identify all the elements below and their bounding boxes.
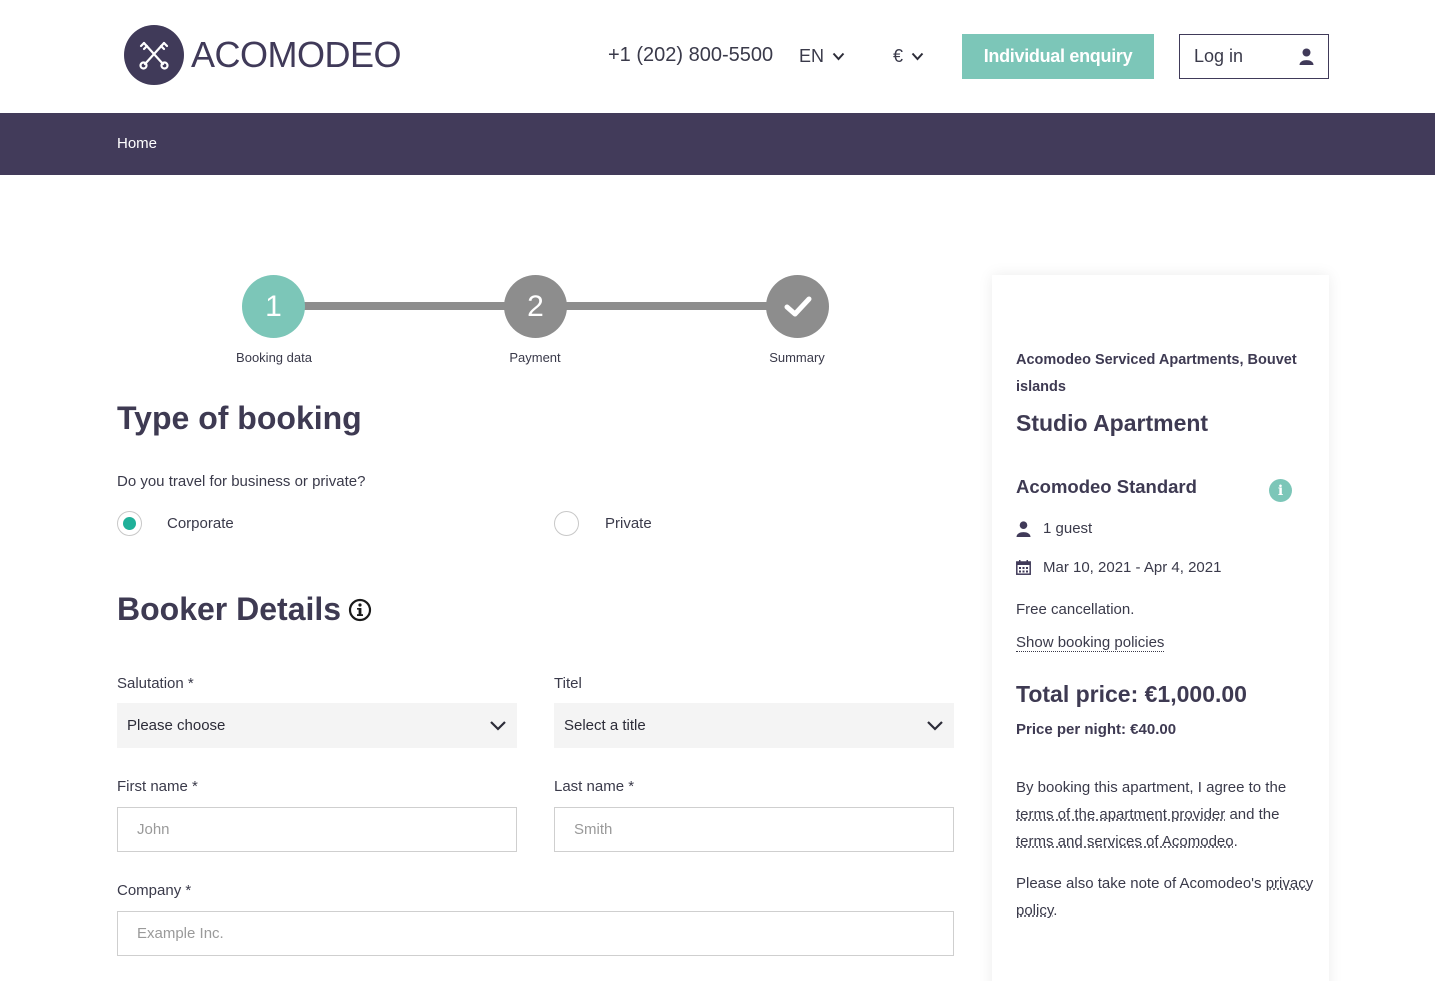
rate-name: Acomodeo Standard bbox=[1016, 476, 1197, 497]
user-icon bbox=[1016, 520, 1031, 537]
currency-label: € bbox=[893, 46, 904, 66]
step-1-number: 1 bbox=[265, 289, 282, 323]
private-radio[interactable] bbox=[554, 511, 579, 536]
last-name-placeholder: Smith bbox=[574, 821, 613, 838]
apartment-type: Studio Apartment bbox=[1016, 410, 1209, 436]
booker-details-heading: Booker Details bbox=[117, 591, 342, 627]
chevron-down-icon bbox=[490, 721, 506, 731]
language-label: EN bbox=[799, 46, 825, 66]
phone-number[interactable]: +1 (202) 800-5500 bbox=[608, 44, 773, 67]
provider-terms-link[interactable]: terms of the apartment provider bbox=[1016, 806, 1225, 823]
company-label: Company * bbox=[117, 882, 192, 899]
cancellation-note: Free cancellation. bbox=[1016, 601, 1135, 618]
privacy-prefix: Please also take note of Acomodeo's bbox=[1016, 875, 1262, 892]
acomodeo-terms-link[interactable]: terms and services of Acomodeo bbox=[1016, 833, 1234, 850]
logo[interactable]: ACOMODEO bbox=[124, 25, 402, 85]
stepper-connector bbox=[300, 302, 510, 310]
login-label: Log in bbox=[1194, 46, 1244, 66]
step-1-circle: 1 bbox=[242, 275, 305, 338]
title-select[interactable]: Select a title bbox=[554, 703, 954, 748]
terms-and: and the bbox=[1229, 806, 1280, 823]
salutation-label: Salutation * bbox=[117, 675, 194, 692]
first-name-label: First name * bbox=[117, 778, 198, 795]
language-selector[interactable]: EN bbox=[799, 46, 845, 67]
booking-summary-card: Acomodeo Serviced Apartments, Bouvet isl… bbox=[992, 275, 1329, 981]
rate-info-icon[interactable]: i bbox=[1269, 479, 1292, 502]
privacy-suffix: . bbox=[1053, 902, 1058, 919]
price-per-night: Price per night: €40.00 bbox=[1016, 721, 1177, 738]
corporate-radio[interactable] bbox=[117, 511, 142, 536]
user-icon bbox=[1299, 48, 1314, 65]
step-3-circle bbox=[766, 275, 829, 338]
first-name-input[interactable]: John bbox=[117, 807, 517, 852]
travel-purpose-question: Do you travel for business or private? bbox=[117, 473, 366, 490]
date-range-row: Mar 10, 2021 - Apr 4, 2021 bbox=[1016, 559, 1221, 576]
terms-prefix: By booking this apartment, I agree to th… bbox=[1016, 779, 1287, 796]
corporate-label[interactable]: Corporate bbox=[167, 515, 234, 532]
logo-text: ACOMODEO bbox=[191, 34, 402, 75]
first-name-placeholder: John bbox=[137, 821, 170, 838]
guest-count: 1 guest bbox=[1043, 520, 1093, 537]
step-2-number: 2 bbox=[527, 289, 544, 323]
chevron-down-icon bbox=[911, 52, 924, 61]
currency-selector[interactable]: € bbox=[893, 46, 924, 67]
terms-text: By booking this apartment, I agree to th… bbox=[1016, 774, 1316, 855]
site-header: ACOMODEO +1 (202) 800-5500 EN € Individu… bbox=[0, 0, 1435, 113]
property-name: Acomodeo Serviced Apartments, Bouvet isl… bbox=[1016, 352, 1297, 395]
company-placeholder: Example Inc. bbox=[137, 925, 224, 942]
individual-enquiry-button[interactable]: Individual enquiry bbox=[962, 34, 1154, 79]
privacy-text: Please also take note of Acomodeo's priv… bbox=[1016, 870, 1316, 924]
salutation-select[interactable]: Please choose bbox=[117, 703, 517, 748]
guest-count-row: 1 guest bbox=[1016, 520, 1092, 537]
company-input[interactable]: Example Inc. bbox=[117, 911, 954, 956]
terms-suffix: . bbox=[1233, 833, 1238, 850]
step-1-label: Booking data bbox=[236, 350, 312, 365]
salutation-value: Please choose bbox=[127, 717, 226, 734]
keys-logo-icon bbox=[124, 25, 184, 85]
last-name-input[interactable]: Smith bbox=[554, 807, 954, 852]
title-value: Select a title bbox=[564, 717, 646, 734]
chevron-down-icon bbox=[927, 721, 943, 731]
step-2-circle: 2 bbox=[504, 275, 567, 338]
booking-policies-link[interactable]: Show booking policies bbox=[1016, 634, 1165, 652]
step-3-label: Summary bbox=[769, 350, 825, 365]
breadcrumb-home[interactable]: Home bbox=[117, 135, 157, 152]
booking-type-heading: Type of booking bbox=[117, 400, 362, 436]
date-range: Mar 10, 2021 - Apr 4, 2021 bbox=[1043, 559, 1222, 576]
chevron-down-icon bbox=[832, 52, 845, 61]
calendar-icon bbox=[1016, 560, 1031, 575]
stepper-connector bbox=[562, 302, 772, 310]
breadcrumb-bar: Home bbox=[0, 113, 1435, 175]
step-2-label: Payment bbox=[509, 350, 561, 365]
last-name-label: Last name * bbox=[554, 778, 635, 795]
login-button[interactable]: Log in bbox=[1179, 34, 1329, 79]
title-label: Titel bbox=[554, 675, 582, 692]
private-label[interactable]: Private bbox=[605, 515, 652, 532]
info-icon[interactable] bbox=[348, 598, 372, 622]
checkmark-icon bbox=[784, 296, 811, 316]
total-price: Total price: €1,000.00 bbox=[1016, 681, 1247, 707]
